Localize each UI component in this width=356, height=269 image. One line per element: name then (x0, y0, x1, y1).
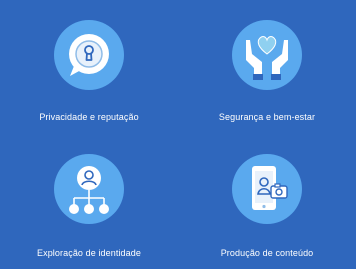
tile-label: Produção de conteúdo (220, 248, 314, 258)
tile-content-production[interactable]: Produção de conteúdo (178, 134, 356, 268)
person-network-icon (54, 154, 124, 224)
tile-safety-wellbeing[interactable]: Segurança e bem-estar (178, 0, 356, 134)
tile-label: Segurança e bem-estar (218, 112, 316, 122)
phone-camera-icon (232, 154, 302, 224)
tile-label: Exploração de identidade (37, 248, 141, 258)
tile-identity-exploration[interactable]: Exploração de identidade (0, 134, 178, 268)
tile-privacy-reputation[interactable]: Privacidade e reputação (0, 0, 178, 134)
tile-label: Privacidade e reputação (39, 112, 139, 122)
topics-panel: Privacidade e reputação Segurança e bem-… (0, 0, 356, 269)
speech-bubble-lock-icon (54, 20, 124, 90)
hands-heart-icon (232, 20, 302, 90)
